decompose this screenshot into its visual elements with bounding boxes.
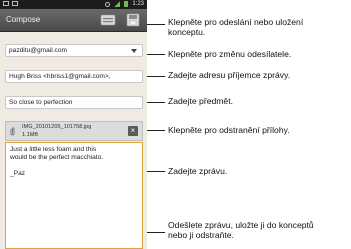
callout-send-save-line1: Klepněte pro odeslání nebo uložení	[168, 17, 304, 27]
callout-subject: Zadejte předmět.	[168, 96, 233, 106]
attachment-name: IMG_20101205_101758.jpg	[22, 124, 92, 130]
body-signature: _Paz	[10, 170, 26, 178]
save-draft-icon[interactable]	[125, 13, 141, 27]
to-value: Hugh Briss <hbriss1@gmail.com>,	[9, 73, 111, 80]
send-icon[interactable]	[100, 13, 116, 27]
attachment-size: 1.1MB	[22, 132, 39, 138]
callout-line-recipient	[147, 76, 165, 77]
callout-actions: Odešlete zprávu, uložte ji do konceptů n…	[168, 220, 314, 240]
phone-screen: 1:23 Compose pazditu@gmail.com Hugh Bris…	[0, 0, 147, 249]
callout-line-send-save	[147, 24, 165, 25]
attachment-chip: IMG_20101205_101758.jpg 1.1MB ×	[5, 121, 143, 141]
title-bar: Compose	[0, 9, 147, 32]
callout-message: Zadejte zprávu.	[168, 166, 228, 176]
battery-icon	[124, 1, 129, 7]
status-icons: 1:23	[105, 1, 144, 7]
from-selector[interactable]: pazditu@gmail.com	[5, 44, 143, 57]
subject-value: So close to perfection	[9, 99, 73, 106]
chevron-down-icon	[131, 49, 137, 53]
callout-sender: Klepněte pro změnu odesílatele.	[168, 49, 292, 59]
callout-actions-line2: nebo ji odstraňte.	[168, 230, 234, 240]
from-value: pazditu@gmail.com	[9, 47, 68, 54]
callout-send-save-line2: konceptu.	[168, 27, 206, 37]
callout-actions-line1: Odešlete zprávu, uložte ji do konceptů	[168, 220, 314, 230]
notification-icons	[3, 1, 18, 6]
subject-field[interactable]: So close to perfection	[5, 96, 143, 109]
to-field[interactable]: Hugh Briss <hbriss1@gmail.com>,	[5, 70, 143, 83]
remove-attachment-button[interactable]: ×	[128, 126, 138, 136]
callout-line-subject	[147, 102, 165, 103]
callout-line-actions	[147, 232, 165, 233]
signal-icon	[114, 1, 121, 7]
callout-line-remove-attachment	[147, 130, 165, 131]
callout-send-save: Klepněte pro odeslání nebo uložení konce…	[168, 17, 303, 37]
callout-remove-attachment: Klepněte pro odstranění přílohy.	[168, 125, 290, 135]
callout-line-sender	[147, 54, 165, 55]
body-line-1: Just a little less foam and this	[10, 146, 97, 153]
body-line-2: would be the perfect macchiato.	[10, 154, 104, 162]
callout-line-message	[147, 171, 165, 172]
page-title: Compose	[6, 15, 41, 24]
image-notification-icon	[12, 1, 18, 6]
message-body-field[interactable]: Just a little less foam and this would b…	[5, 142, 143, 249]
callout-recipient: Zadejte adresu příjemce zprávy.	[168, 70, 291, 80]
clock: 1:23	[132, 1, 144, 7]
sync-icon	[105, 1, 111, 7]
email-notification-icon	[3, 1, 9, 6]
status-bar: 1:23	[0, 0, 147, 9]
paperclip-icon	[10, 127, 15, 136]
